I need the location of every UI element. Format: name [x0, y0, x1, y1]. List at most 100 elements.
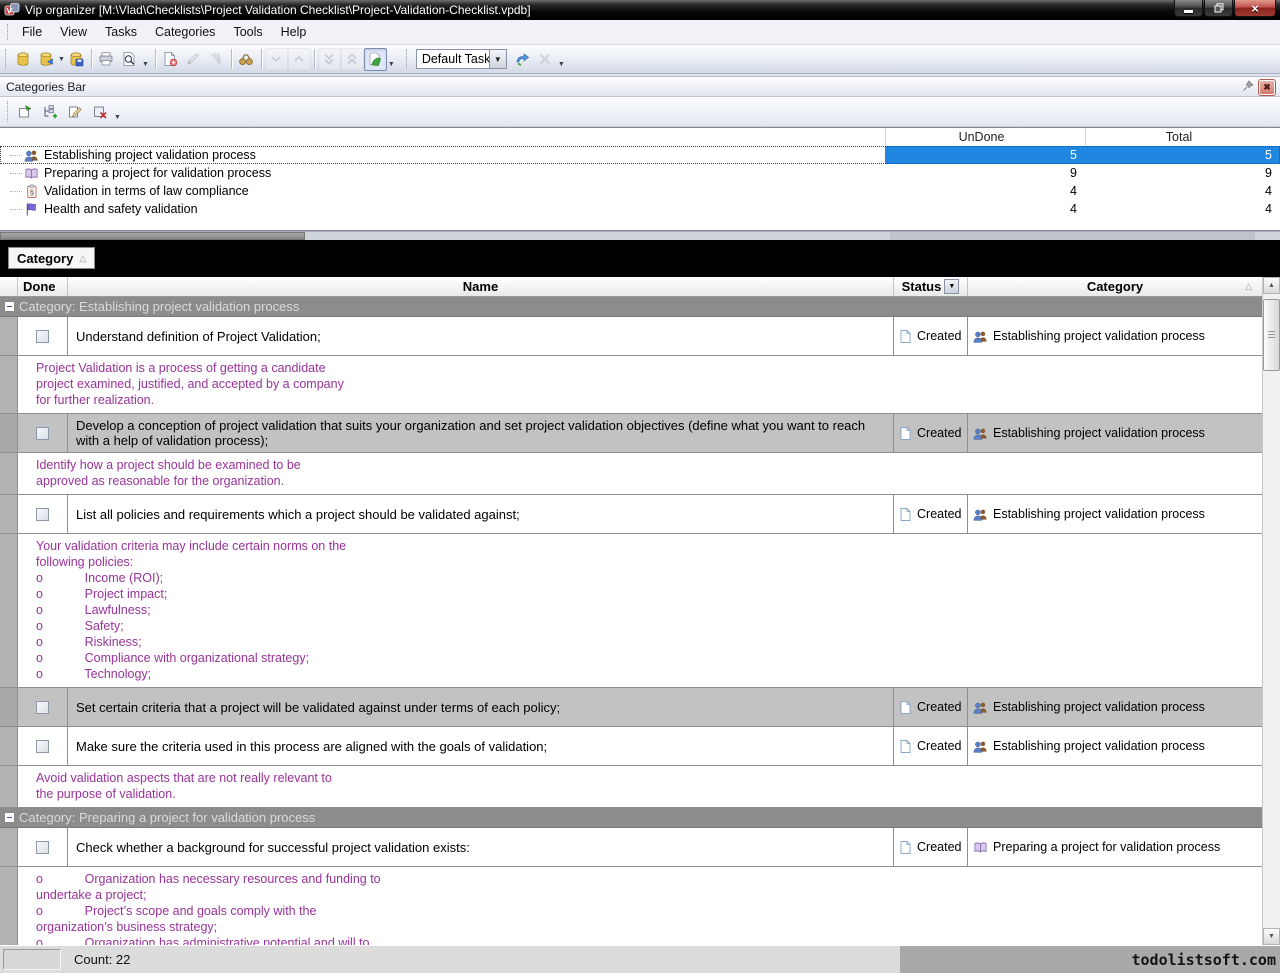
find-button[interactable]: [235, 48, 258, 71]
toolbar-overflow-icon[interactable]: ▼: [558, 61, 565, 68]
v-scrollbar-thumb[interactable]: [1263, 299, 1280, 371]
category-cell[interactable]: Establishing project validation process: [968, 688, 1262, 726]
done-checkbox[interactable]: [36, 740, 49, 753]
db-save-button[interactable]: [65, 48, 88, 71]
status-cell[interactable]: Created: [894, 495, 968, 533]
done-checkbox[interactable]: [36, 841, 49, 854]
category-name: Establishing project validation process: [993, 739, 1205, 753]
h-scrollbar-thumb[interactable]: [0, 232, 305, 240]
task-name-cell[interactable]: Understand definition of Project Validat…: [68, 317, 894, 355]
category-cell[interactable]: Establishing project validation process: [968, 414, 1262, 452]
group-by-bar: Category △: [0, 240, 1280, 277]
category-row[interactable]: Preparing a project for validation proce…: [0, 164, 1280, 182]
scroll-down-arrow[interactable]: ▼: [1263, 928, 1280, 945]
task-row[interactable]: Make sure the criteria used in this proc…: [0, 727, 1262, 766]
note-line: o Technology;: [36, 666, 346, 682]
toolbar-overflow-icon[interactable]: ▼: [114, 114, 121, 121]
group-header-row[interactable]: Category: Preparing a project for valida…: [0, 808, 1262, 828]
done-checkbox[interactable]: [36, 701, 49, 714]
category-cell[interactable]: Establishing project validation process: [968, 495, 1262, 533]
print-preview-button[interactable]: [118, 48, 141, 71]
show-notes-button[interactable]: [364, 48, 387, 71]
task-row[interactable]: Check whether a background for successfu…: [0, 828, 1262, 867]
category-total-count: 4: [1085, 182, 1280, 200]
default-task-value[interactable]: Default Task: [416, 49, 490, 69]
note-line: the purpose of validation.: [36, 786, 332, 802]
category-row[interactable]: §Validation in terms of law compliance44: [0, 182, 1280, 200]
status-cell[interactable]: Created: [894, 727, 968, 765]
status-cell-empty: [3, 949, 61, 970]
db-open-dropdown-icon[interactable]: ▼: [58, 56, 65, 63]
move-bottom-icon: [321, 51, 337, 67]
column-header-name[interactable]: Name: [68, 277, 894, 296]
task-name-cell[interactable]: List all policies and requirements which…: [68, 495, 894, 533]
group-by-category-button[interactable]: Category △: [8, 247, 95, 269]
note-line: Avoid validation aspects that are not re…: [36, 770, 332, 786]
column-header-category[interactable]: Category: [968, 277, 1262, 296]
task-row[interactable]: Set certain criteria that a project will…: [0, 688, 1262, 727]
status-filter-dropdown[interactable]: ▼: [944, 279, 959, 294]
task-name-cell[interactable]: Set certain criteria that a project will…: [68, 688, 894, 726]
status-cell[interactable]: Created: [894, 828, 968, 866]
task-note-row: o Organization has necessary resources a…: [0, 867, 1262, 945]
menu-categories[interactable]: Categories: [146, 22, 224, 42]
menu-tasks[interactable]: Tasks: [96, 22, 146, 42]
status-cell[interactable]: Created: [894, 414, 968, 452]
close-button[interactable]: ×: [1234, 0, 1276, 17]
menu-tools[interactable]: Tools: [224, 22, 271, 42]
print-button[interactable]: [95, 48, 118, 71]
task-name-cell[interactable]: Check whether a background for successfu…: [68, 828, 894, 866]
cat-edit-button[interactable]: [63, 100, 87, 124]
menu-view[interactable]: View: [51, 22, 96, 42]
category-cell[interactable]: Preparing a project for validation proce…: [968, 828, 1262, 866]
category-row-name: Health and safety validation: [0, 202, 885, 217]
category-cell[interactable]: Establishing project validation process: [968, 727, 1262, 765]
group-label: Category: Preparing a project for valida…: [19, 810, 315, 825]
menu-help[interactable]: Help: [272, 22, 316, 42]
note-line: approved as reasonable for the organizat…: [36, 473, 301, 489]
column-header-done[interactable]: Done: [18, 277, 68, 296]
group-header-row[interactable]: Category: Establishing project validatio…: [0, 297, 1262, 317]
task-new-button[interactable]: [159, 48, 182, 71]
status-cell[interactable]: Created: [894, 688, 968, 726]
combo-dropdown-button[interactable]: ▼: [490, 49, 507, 69]
db-open-button[interactable]: [34, 48, 57, 71]
task-row[interactable]: List all policies and requirements which…: [0, 495, 1262, 534]
column-header-status[interactable]: Status ▼: [894, 277, 968, 296]
cat-sub-button[interactable]: [38, 100, 62, 124]
minimize-button[interactable]: [1174, 0, 1203, 17]
panel-close-button[interactable]: ✖: [1259, 80, 1275, 95]
done-checkbox[interactable]: [36, 427, 49, 440]
grid-v-scrollbar[interactable]: ▲ ▼: [1262, 277, 1280, 945]
collapse-icon[interactable]: [4, 812, 15, 823]
column-header-total[interactable]: Total: [1085, 128, 1280, 146]
collapse-icon[interactable]: [4, 301, 15, 312]
category-row[interactable]: Health and safety validation44: [0, 200, 1280, 218]
cat-new-button[interactable]: [13, 100, 37, 124]
default-task-combo[interactable]: Default Task ▼: [416, 49, 507, 69]
tree-line: [10, 191, 22, 192]
cat-del-button[interactable]: [88, 100, 112, 124]
toolbar-overflow-icon[interactable]: ▼: [388, 61, 395, 68]
category-cell[interactable]: Establishing project validation process: [968, 317, 1262, 355]
toolbar-overflow-icon[interactable]: ▼: [142, 61, 149, 68]
status-cell[interactable]: Created: [894, 317, 968, 355]
column-header-undone[interactable]: UnDone: [885, 128, 1085, 146]
task-row[interactable]: Understand definition of Project Validat…: [0, 317, 1262, 356]
task-name-cell[interactable]: Develop a conception of project validati…: [68, 414, 894, 452]
menu-file[interactable]: File: [13, 22, 51, 42]
task-row[interactable]: Develop a conception of project validati…: [0, 414, 1262, 453]
category-row[interactable]: Establishing project validation process5…: [0, 146, 1280, 164]
db-new-button[interactable]: [11, 48, 34, 71]
categories-h-scrollbar[interactable]: [0, 231, 1280, 240]
restore-button[interactable]: [1204, 0, 1233, 17]
done-checkbox[interactable]: [36, 330, 49, 343]
done-checkbox[interactable]: [36, 508, 49, 521]
scroll-up-arrow[interactable]: ▲: [1263, 277, 1280, 294]
db-new-icon: [15, 51, 31, 67]
row-gutter: [0, 727, 18, 765]
pin-button[interactable]: [1241, 79, 1255, 96]
note-text: o Organization has necessary resources a…: [18, 867, 387, 945]
task-name-cell[interactable]: Make sure the criteria used in this proc…: [68, 727, 894, 765]
apply-task-button[interactable]: [511, 48, 534, 71]
